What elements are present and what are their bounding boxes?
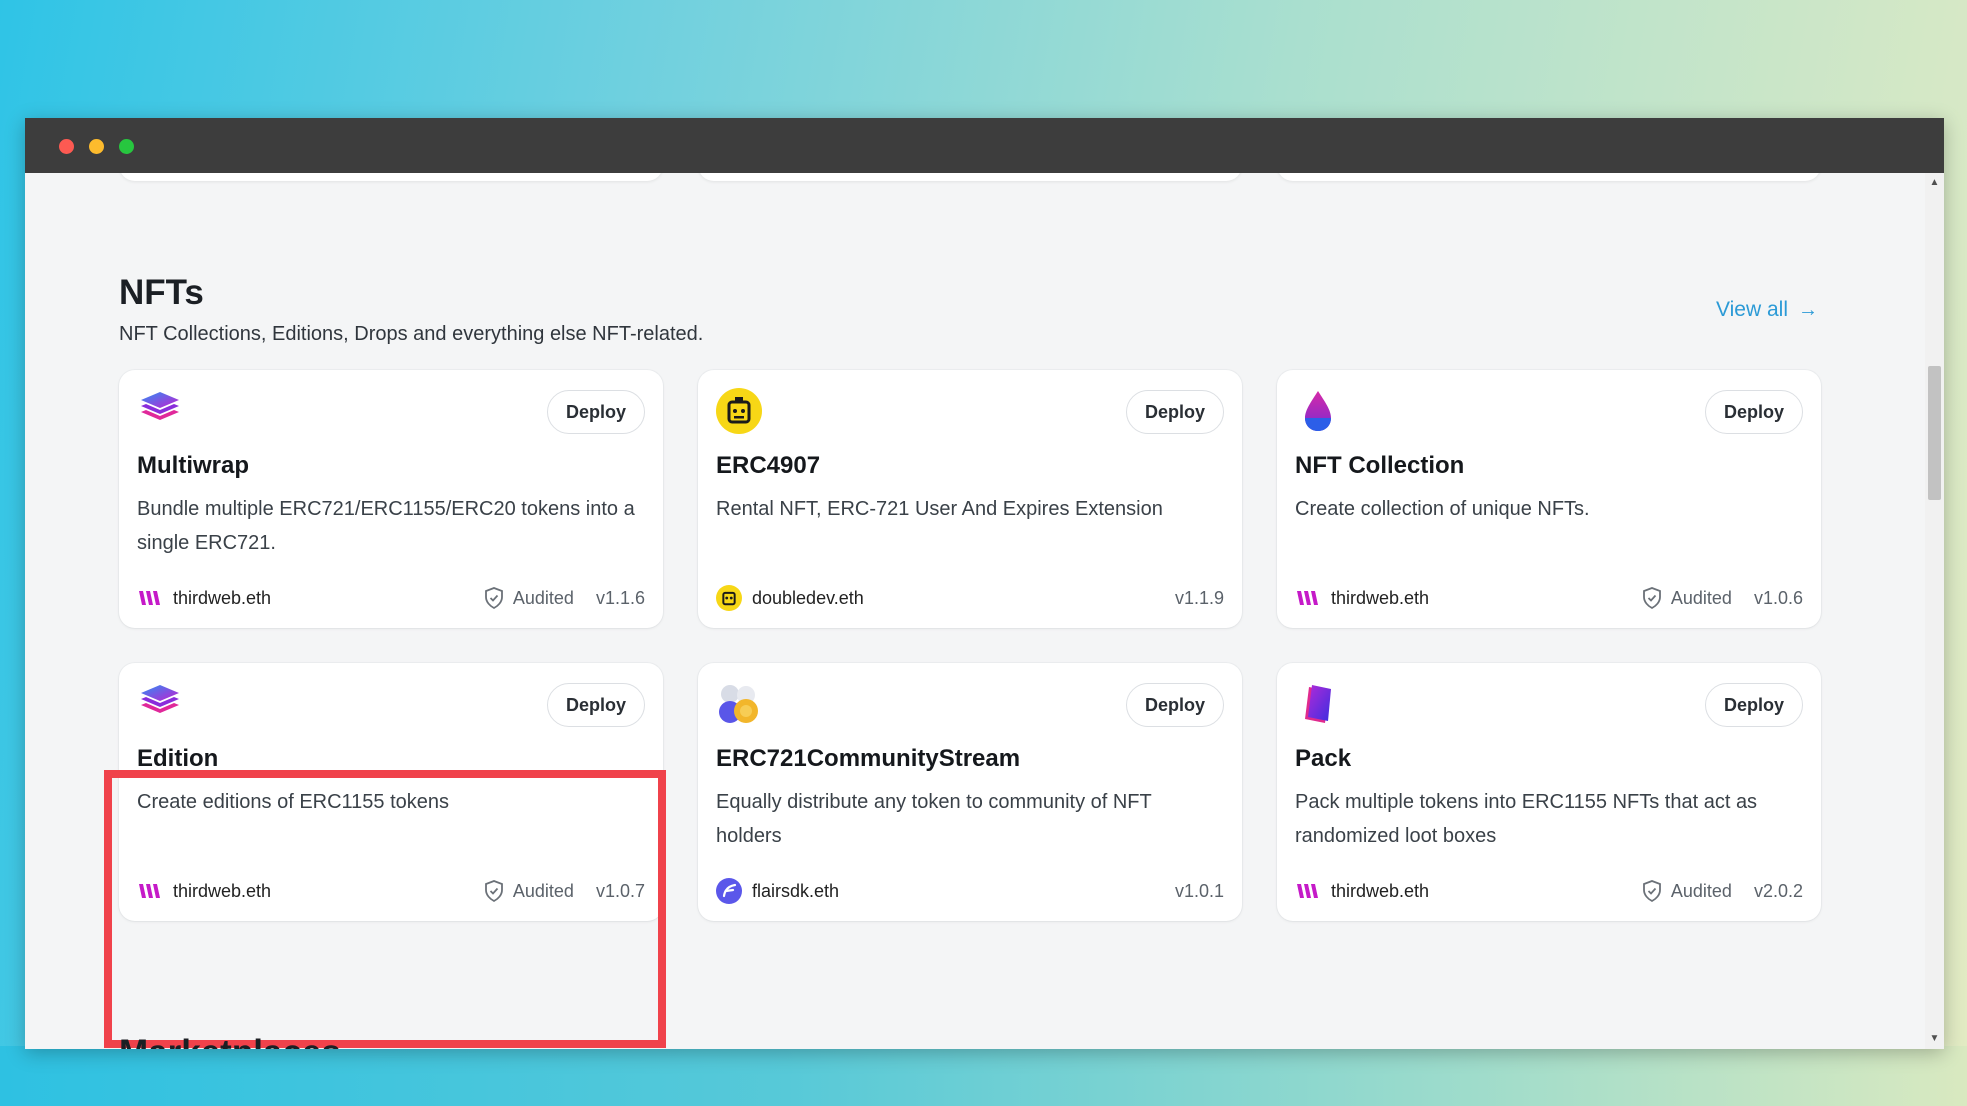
card-description: Equally distribute any token to communit… bbox=[716, 791, 1152, 847]
minimize-window-button[interactable] bbox=[89, 139, 104, 154]
highlight-box bbox=[104, 770, 666, 1048]
audited-badge: Audited bbox=[1642, 587, 1732, 609]
layers-icon bbox=[137, 388, 183, 434]
audited-label: Audited bbox=[1670, 587, 1732, 608]
view-all-label: View all bbox=[1716, 298, 1788, 321]
version-label: v1.0.1 bbox=[1174, 880, 1224, 901]
audited-badge: Audited bbox=[1642, 880, 1732, 902]
previous-section-card[interactable] bbox=[119, 173, 663, 181]
thirdweb-logo-icon bbox=[1295, 585, 1321, 611]
card-description: Pack multiple tokens into ERC1155 NFTs t… bbox=[1295, 791, 1758, 847]
pack-icon bbox=[1295, 681, 1341, 727]
shield-check-icon bbox=[1642, 880, 1661, 902]
card-footer: thirdweb.eth Audited v2.0.2 bbox=[1295, 876, 1803, 906]
card-title: Edition bbox=[137, 745, 219, 772]
shield-check-icon bbox=[484, 587, 503, 609]
contract-card-pack[interactable]: Deploy Pack Pack multiple tokens into ER… bbox=[1277, 663, 1821, 921]
deploy-button[interactable]: Deploy bbox=[1704, 683, 1803, 727]
section-title: NFTs bbox=[119, 273, 204, 312]
card-title: Multiwrap bbox=[137, 452, 249, 479]
deploy-button[interactable]: Deploy bbox=[546, 683, 645, 727]
scroll-down-arrow-icon[interactable]: ▼ bbox=[1925, 1031, 1944, 1047]
version-label: v1.1.9 bbox=[1174, 587, 1224, 608]
publisher-link[interactable]: thirdweb.eth bbox=[1331, 588, 1429, 609]
deploy-button[interactable]: Deploy bbox=[1125, 683, 1224, 727]
shield-check-icon bbox=[1642, 587, 1661, 609]
contract-card-erc721communitystream[interactable]: Deploy ERC721CommunityStream Equally dis… bbox=[698, 663, 1242, 921]
maximize-window-button[interactable] bbox=[119, 139, 134, 154]
previous-section-card[interactable] bbox=[698, 173, 1242, 181]
robot-avatar-icon bbox=[716, 585, 742, 611]
card-footer: flairsdk.eth v1.0.1 bbox=[716, 876, 1224, 906]
publisher-link[interactable]: thirdweb.eth bbox=[173, 588, 271, 609]
close-window-button[interactable] bbox=[59, 139, 74, 154]
version-label: v2.0.2 bbox=[1753, 880, 1803, 901]
scrollbar-thumb[interactable] bbox=[1928, 366, 1941, 500]
next-section-title: Marketplaces bbox=[119, 1033, 341, 1049]
publisher-link[interactable]: flairsdk.eth bbox=[752, 881, 839, 902]
card-footer: thirdweb.eth Audited v1.0.6 bbox=[1295, 583, 1803, 613]
section-subtitle: NFT Collections, Editions, Drops and eve… bbox=[119, 323, 704, 345]
contract-card-multiwrap[interactable]: Deploy Multiwrap Bundle multiple ERC721/… bbox=[119, 370, 663, 628]
thirdweb-logo-icon bbox=[137, 585, 163, 611]
card-footer: thirdweb.eth Audited v1.1.6 bbox=[137, 583, 645, 613]
publisher-link[interactable]: thirdweb.eth bbox=[1331, 881, 1429, 902]
card-description: Create collection of unique NFTs. bbox=[1295, 498, 1590, 520]
audited-badge: Audited bbox=[484, 587, 574, 609]
contract-card-nft-collection[interactable]: Deploy NFT Collection Create collection … bbox=[1277, 370, 1821, 628]
deploy-button[interactable]: Deploy bbox=[546, 390, 645, 434]
card-title: ERC4907 bbox=[716, 452, 821, 479]
card-description: Bundle multiple ERC721/ERC1155/ERC20 tok… bbox=[137, 498, 635, 554]
browser-window: NFTs NFT Collections, Editions, Drops an… bbox=[25, 118, 1944, 1049]
coins-icon bbox=[716, 681, 762, 727]
vertical-scrollbar[interactable]: ▲ ▼ bbox=[1925, 173, 1944, 1049]
audited-label: Audited bbox=[512, 587, 574, 608]
card-description: Rental NFT, ERC-721 User And Expires Ext… bbox=[716, 498, 1163, 520]
flair-logo-icon bbox=[716, 878, 742, 904]
card-title: NFT Collection bbox=[1295, 452, 1465, 479]
drop-icon bbox=[1295, 388, 1341, 434]
deploy-button[interactable]: Deploy bbox=[1704, 390, 1803, 434]
robot-icon bbox=[716, 388, 762, 434]
background-gradient bbox=[0, 1046, 1967, 1106]
window-titlebar bbox=[25, 118, 1944, 173]
scroll-up-arrow-icon[interactable]: ▲ bbox=[1925, 175, 1944, 191]
deploy-button[interactable]: Deploy bbox=[1125, 390, 1224, 434]
layers-icon bbox=[137, 681, 183, 727]
contract-card-erc4907[interactable]: Deploy ERC4907 Rental NFT, ERC-721 User … bbox=[698, 370, 1242, 628]
version-label: v1.0.6 bbox=[1753, 587, 1803, 608]
view-all-link[interactable]: View all → bbox=[1716, 298, 1818, 322]
arrow-right-icon: → bbox=[1797, 298, 1818, 321]
card-title: ERC721CommunityStream bbox=[716, 745, 1021, 772]
audited-label: Audited bbox=[1670, 880, 1732, 901]
card-footer: doubledev.eth v1.1.9 bbox=[716, 583, 1224, 613]
publisher-link[interactable]: doubledev.eth bbox=[752, 588, 864, 609]
page-content: NFTs NFT Collections, Editions, Drops an… bbox=[25, 173, 1925, 1049]
previous-section-card[interactable] bbox=[1277, 173, 1821, 181]
thirdweb-logo-icon bbox=[1295, 878, 1321, 904]
card-title: Pack bbox=[1295, 745, 1352, 772]
version-label: v1.1.6 bbox=[595, 587, 645, 608]
